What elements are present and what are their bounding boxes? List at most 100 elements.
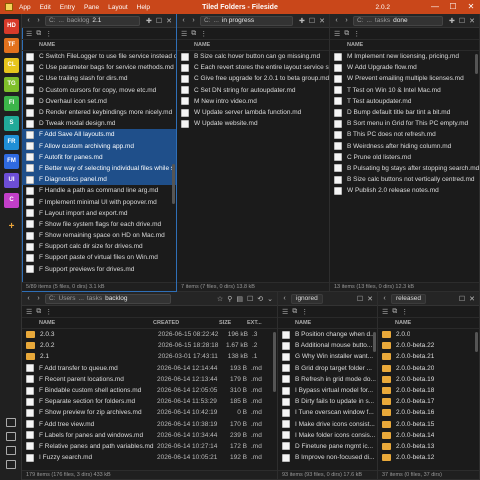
list-item[interactable]: 2.0.0-beta.21 — [378, 351, 479, 362]
close-pane-icon[interactable]: ✕ — [367, 295, 373, 303]
list-item[interactable]: F Handle a path as command line arg.md — [22, 185, 176, 196]
layout-icon[interactable] — [6, 418, 16, 427]
search-icon[interactable]: ⚲ — [227, 295, 232, 303]
close-pane-icon[interactable]: ✕ — [469, 17, 475, 25]
list-item[interactable]: B This PC does not refresh.md — [330, 129, 479, 140]
list-item[interactable]: 2.0.2 2026-06-15 18:28:18 1.67 kB .2 — [22, 340, 277, 351]
list-item[interactable]: F Show remaining space on HD on Mac.md — [22, 230, 176, 241]
list-item[interactable]: 2.0.0-beta.17 — [378, 396, 479, 407]
layout-button-fm[interactable]: FM — [4, 154, 19, 170]
tiles-icon[interactable]: ⧉ — [191, 30, 196, 38]
list-item[interactable]: F Better way of selecting individual fil… — [22, 162, 176, 175]
list-item[interactable]: B Refresh in grid mode do... — [278, 374, 377, 385]
list-item[interactable]: F Separate section for folders.md 2026-06… — [22, 396, 277, 407]
menu-help[interactable]: Help — [137, 4, 150, 11]
add-layout-button[interactable]: + — [4, 219, 19, 234]
maximize-pane-icon[interactable]: ☐ — [247, 295, 253, 303]
address-bar[interactable]: C:... backlog 2.1 — [45, 15, 140, 26]
list-item[interactable]: F Support calc dir size for drives.md — [22, 241, 176, 252]
list-item[interactable]: D Render entered keybindings more nicely… — [22, 107, 176, 118]
list-item[interactable]: F Bindable custom shell actions.md 2026-0… — [22, 385, 277, 396]
breadcrumb-segment[interactable]: backlog — [105, 295, 127, 302]
columns-icon[interactable]: ⋮ — [45, 308, 52, 316]
breadcrumb-segment[interactable]: C: — [49, 295, 56, 302]
maximize-pane-icon[interactable]: ☐ — [357, 295, 363, 303]
column-header-name[interactable]: NAME — [181, 42, 210, 48]
close-pane-icon[interactable]: ✕ — [166, 17, 172, 25]
list-item[interactable]: W Update server lambda function.md — [177, 107, 329, 118]
forward-button[interactable]: › — [190, 17, 197, 24]
column-header-name[interactable]: NAME — [26, 320, 153, 326]
list-item[interactable]: F Diagnostics panel.md — [22, 174, 176, 186]
address-bar[interactable]: C: Users... tasks backlog — [45, 293, 171, 304]
list-item[interactable]: B Additional mouse butto... — [278, 340, 377, 351]
list-item[interactable]: F Support previews for drives.md — [22, 264, 176, 275]
list-item[interactable]: 2.0.0-beta.18 — [378, 385, 479, 396]
list-item[interactable]: B Pulsating bg stays after stopping sear… — [330, 163, 479, 174]
list-item[interactable]: C Switch FileLogger to use file service … — [22, 51, 176, 62]
list-item[interactable]: W Update website.md — [177, 118, 329, 129]
forward-button[interactable]: › — [35, 17, 42, 24]
menu-layout[interactable]: Layout — [108, 4, 128, 11]
list-item[interactable]: F Implement minimal UI with popover.md — [22, 196, 176, 207]
list-item[interactable]: F Labels for panes and windows.md 2026-06… — [22, 430, 277, 441]
vertical-scrollbar[interactable] — [273, 332, 276, 392]
maximize-pane-icon[interactable]: ☐ — [459, 295, 465, 303]
list-item[interactable]: 2.0.3 2026-06-15 08:22:42 196 kB .3 — [22, 329, 277, 340]
list-item[interactable]: C Use parameter bags for service methods… — [22, 62, 176, 73]
add-tab-icon[interactable]: ✚ — [449, 17, 455, 25]
list-item[interactable]: B Dirty fails to update in s... — [278, 396, 377, 407]
list-icon[interactable]: ☰ — [26, 30, 32, 38]
list-item[interactable]: D Tweak modal design.md — [22, 118, 176, 129]
list-item[interactable]: M Implement new licensing, pricing.md — [330, 51, 479, 62]
address-bar[interactable]: C:... tasks done — [353, 15, 443, 26]
breadcrumb-segment[interactable]: ... — [214, 17, 219, 24]
add-tab-icon[interactable]: ✚ — [146, 17, 152, 25]
address-bar[interactable]: C:... in progress — [200, 15, 293, 26]
layout-button-fi[interactable]: FI — [4, 96, 19, 112]
list-item[interactable]: 2.0.0-beta.19 — [378, 374, 479, 385]
column-header-name[interactable]: NAME — [26, 42, 55, 48]
column-header-name[interactable]: NAME — [382, 320, 411, 326]
list-item[interactable]: 2.1 2026-03-01 17:43:11 138 kB .1 — [22, 351, 277, 362]
list-item[interactable]: F Relative panes and path variables.md 20… — [22, 441, 277, 452]
layout-button-tf[interactable]: TF — [4, 38, 19, 54]
add-tab-icon[interactable]: ✚ — [299, 17, 305, 25]
column-header-created[interactable]: CREATED — [153, 320, 219, 326]
tab-ignored[interactable]: ignored — [291, 293, 323, 304]
breadcrumb-segment[interactable]: ... — [367, 17, 372, 24]
layout-button-s[interactable]: S — [4, 115, 19, 131]
breadcrumb-segment[interactable]: Users — [59, 295, 76, 302]
tab-released[interactable]: released — [391, 293, 426, 304]
list-item[interactable]: W Add Upgrade flow.md — [330, 62, 479, 73]
list-item[interactable]: W Prevent emailing multiple licenses.md — [330, 73, 479, 84]
list-item[interactable]: 2.0.0-beta.13 — [378, 441, 479, 452]
layout-button-c[interactable]: C — [4, 192, 19, 208]
columns-icon[interactable] — [6, 446, 16, 455]
menu-edit[interactable]: Edit — [40, 4, 51, 11]
list-item[interactable]: F Add transfer to queue.md 2026-06-14 12:… — [22, 363, 277, 374]
layout-button-tg[interactable]: TG — [4, 76, 19, 92]
list-item[interactable]: F Autofit for panes.md — [22, 151, 176, 163]
list-icon[interactable]: ☰ — [26, 308, 32, 316]
vertical-scrollbar[interactable] — [373, 332, 376, 352]
maximize-pane-icon[interactable]: ☐ — [309, 17, 315, 25]
back-button[interactable]: ‹ — [281, 295, 288, 302]
list-item[interactable]: B Weirdness after hiding column.md — [330, 141, 479, 152]
grid-icon[interactable] — [6, 432, 16, 441]
list-item[interactable]: W Publish 2.0 release notes.md — [330, 185, 479, 196]
list-item[interactable]: C Each revert stores the entire layout s… — [177, 62, 329, 73]
list-item[interactable]: I Tune overscan window f... — [278, 407, 377, 418]
list-item[interactable]: 2.0.0-beta.22 — [378, 340, 479, 351]
breadcrumb-segment[interactable]: in progress — [222, 17, 254, 24]
list-icon[interactable]: ☰ — [181, 30, 187, 38]
back-button[interactable]: ‹ — [25, 295, 32, 302]
breadcrumb-segment[interactable]: done — [393, 17, 407, 24]
list-item[interactable]: I Make drive icons consist... — [278, 419, 377, 430]
favorite-icon[interactable]: ☆ — [217, 295, 223, 303]
tiles-icon[interactable]: ⧉ — [36, 30, 41, 38]
layout-button-hd[interactable]: HD — [4, 19, 19, 34]
list-item[interactable]: D Overhaul icon set.md — [22, 96, 176, 107]
list-item[interactable]: I Bypass virtual model for... — [278, 385, 377, 396]
list-item[interactable]: F Allow custom archiving app.md — [22, 140, 176, 152]
